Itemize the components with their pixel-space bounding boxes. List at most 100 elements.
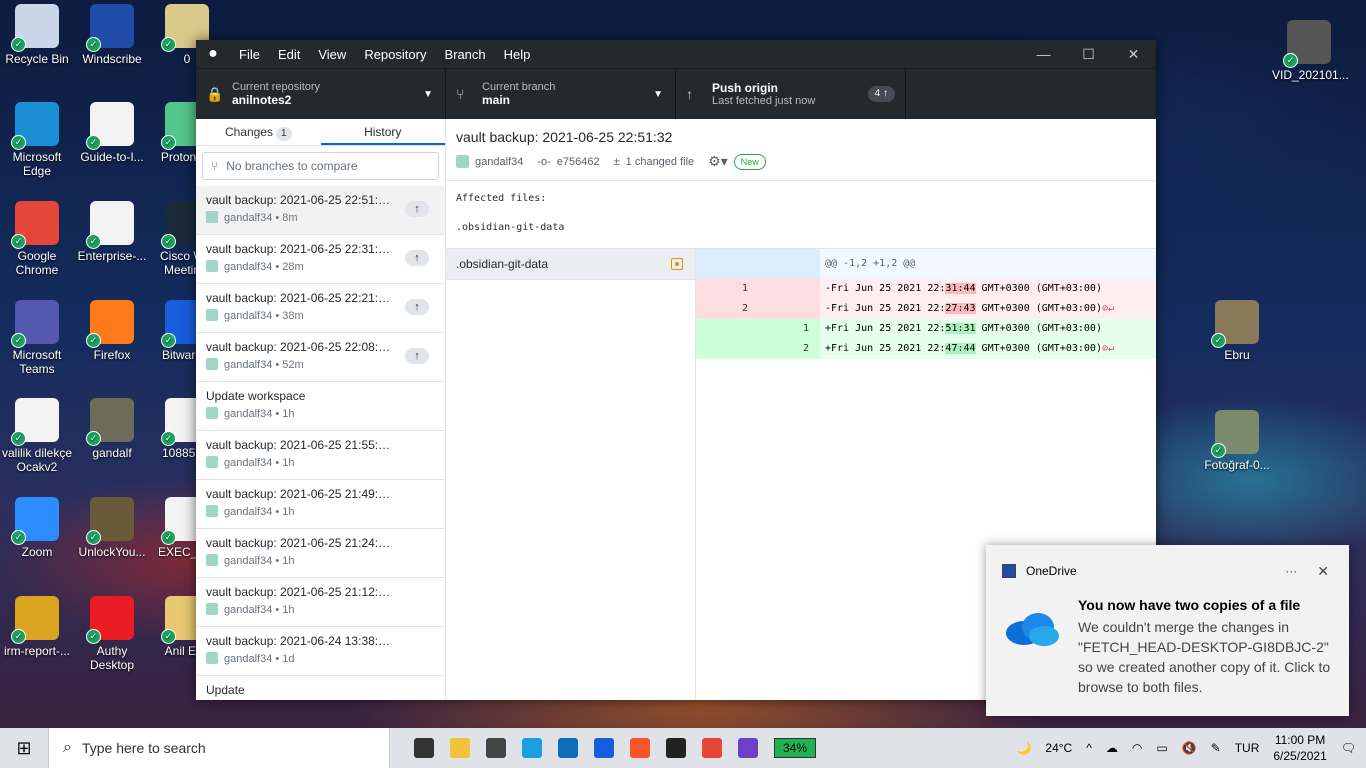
sync-check-icon: ✓ bbox=[11, 629, 26, 644]
commit-list-item[interactable]: vault backup: 2021-06-25 21:24:21 gandalf… bbox=[196, 529, 445, 578]
commit-message: vault backup: 2021-06-25 21:12:24 bbox=[206, 585, 391, 599]
diff-line-deleted[interactable]: 1 -Fri Jun 25 2021 22:31:44 GMT+0300 (GMT… bbox=[696, 279, 1156, 299]
sync-check-icon: ✓ bbox=[161, 629, 176, 644]
desktop-icon[interactable]: ✓ Ebru bbox=[1200, 300, 1274, 362]
chrome-icon[interactable] bbox=[694, 728, 730, 768]
avatar bbox=[206, 260, 218, 272]
new-badge: New bbox=[733, 153, 766, 170]
desktop-icon[interactable]: ✓ gandalf bbox=[75, 398, 149, 460]
app-icon: ✓ bbox=[11, 4, 59, 52]
language-indicator[interactable]: TUR bbox=[1235, 741, 1260, 755]
commit-list-item[interactable]: vault backup: 2021-06-25 21:12:24 gandalf… bbox=[196, 578, 445, 627]
desktop-icon[interactable]: ✓ valilik dilekçe Ocakv2 bbox=[0, 398, 74, 474]
app-icon: ✓ bbox=[1283, 20, 1331, 68]
diff-line-added[interactable]: 1 +Fri Jun 25 2021 22:51:31 GMT+0300 (GMT… bbox=[696, 319, 1156, 339]
file-explorer-icon[interactable] bbox=[442, 728, 478, 768]
outlook-icon[interactable] bbox=[550, 728, 586, 768]
desktop-icon[interactable]: ✓ Google Chrome bbox=[0, 201, 74, 277]
menu-edit[interactable]: Edit bbox=[278, 47, 300, 62]
current-repository-button[interactable]: 🔒 Current repository anilnotes2 ▼ bbox=[196, 69, 446, 119]
changed-file-item[interactable]: .obsidian-git-data bbox=[446, 249, 695, 280]
commit-list-item[interactable]: vault backup: 2021-06-25 22:21:20 gandalf… bbox=[196, 284, 445, 333]
commit-list-item[interactable]: vault backup: 2021-06-25 22:31:44 gandalf… bbox=[196, 235, 445, 284]
battery-icon[interactable]: ▭ bbox=[1156, 741, 1167, 755]
desktop-icon[interactable]: ✓ Guide-to-I... bbox=[75, 102, 149, 164]
avatar bbox=[206, 456, 218, 468]
more-options-icon[interactable]: ··· bbox=[1285, 564, 1297, 578]
desktop-icon[interactable]: ✓ Enterprise-... bbox=[75, 201, 149, 263]
desktop-icon[interactable]: ✓ UnlockYou... bbox=[75, 497, 149, 559]
sync-check-icon: ✓ bbox=[161, 37, 176, 52]
notion-icon[interactable] bbox=[658, 728, 694, 768]
close-icon[interactable]: ✕ bbox=[1111, 46, 1156, 63]
bitwarden-icon[interactable] bbox=[586, 728, 622, 768]
desktop-icon[interactable]: ✓ Recycle Bin bbox=[0, 4, 74, 66]
menu-help[interactable]: Help bbox=[504, 47, 531, 62]
desktop-icon[interactable]: ✓ VID_202101... bbox=[1272, 20, 1349, 82]
desktop-icon[interactable]: ✓ Windscribe bbox=[75, 4, 149, 66]
onedrive-icon[interactable]: ☁ bbox=[1106, 741, 1118, 755]
diff-line-added[interactable]: 2 +Fri Jun 25 2021 22:47:44 GMT+0300 (GMT… bbox=[696, 339, 1156, 359]
gear-icon[interactable]: ⚙▾ bbox=[708, 153, 728, 170]
sync-check-icon: ✓ bbox=[86, 234, 101, 249]
commit-list-item[interactable]: Update bbox=[196, 676, 445, 700]
commit-list-item[interactable]: vault backup: 2021-06-25 22:08:31 gandalf… bbox=[196, 333, 445, 382]
toolbar: 🔒 Current repository anilnotes2 ▼ ⑂ Curr… bbox=[196, 68, 1156, 119]
commit-list-item[interactable]: vault backup: 2021-06-25 21:49:10 gandalf… bbox=[196, 480, 445, 529]
brave-icon[interactable] bbox=[622, 728, 658, 768]
desktop-icon[interactable]: ✓ Zoom bbox=[0, 497, 74, 559]
search-box[interactable]: ⌕ Type here to search bbox=[48, 728, 390, 768]
github-desktop-icon[interactable] bbox=[730, 728, 766, 768]
diff-text: -Fri Jun 25 2021 22: bbox=[825, 283, 946, 294]
commit-meta: gandalf34 • 1h bbox=[224, 555, 295, 567]
push-origin-button[interactable]: ↑ Push origin Last fetched just now 4 ↑ bbox=[676, 69, 906, 119]
volume-icon[interactable]: 🔇 bbox=[1182, 741, 1197, 755]
chevron-up-icon[interactable]: ^ bbox=[1086, 741, 1092, 755]
desktop-icon[interactable]: ✓ Firefox bbox=[75, 300, 149, 362]
old-line-number: 2 bbox=[696, 299, 758, 319]
task-view-icon[interactable] bbox=[406, 728, 442, 768]
new-line-number: 1 bbox=[758, 319, 820, 339]
notifications-icon[interactable]: 🗨 bbox=[1341, 741, 1356, 755]
menu-view[interactable]: View bbox=[318, 47, 346, 62]
app-icon: ✓ bbox=[11, 201, 59, 249]
network-icon[interactable]: ◠ bbox=[1132, 741, 1142, 755]
menu-file[interactable]: File bbox=[239, 47, 260, 62]
desktop-icon[interactable]: ✓ Authy Desktop bbox=[75, 596, 149, 672]
commit-list-item[interactable]: vault backup: 2021-06-25 22:51:32 gandalf… bbox=[196, 186, 445, 235]
system-tray: 🌙 24°C ^ ☁ ◠ ▭ 🔇 ✎ TUR 11:00 PM 6/25/202… bbox=[1016, 732, 1366, 764]
windows-start-icon[interactable]: ⊞ bbox=[0, 738, 48, 759]
commit-list-item[interactable]: Update workspace gandalf34 • 1h bbox=[196, 382, 445, 431]
app-icon: ✓ bbox=[11, 398, 59, 446]
desktop-icon[interactable]: ✓ Fotoğraf-0... bbox=[1200, 410, 1274, 472]
close-icon[interactable]: ✕ bbox=[1317, 563, 1329, 580]
maximize-icon[interactable]: ☐ bbox=[1066, 46, 1111, 63]
diff-line-deleted[interactable]: 2 -Fri Jun 25 2021 22:27:43 GMT+0300 (GMT… bbox=[696, 299, 1156, 319]
old-line-number bbox=[696, 319, 758, 339]
menu-branch[interactable]: Branch bbox=[444, 47, 485, 62]
weather-temp[interactable]: 24°C bbox=[1045, 741, 1072, 755]
commit-list-item[interactable]: vault backup: 2021-06-25 21:55:13 gandalf… bbox=[196, 431, 445, 480]
clock[interactable]: 11:00 PM 6/25/2021 bbox=[1273, 732, 1326, 764]
desktop-icon[interactable]: ✓ Microsoft Edge bbox=[0, 102, 74, 178]
minimize-icon[interactable]: — bbox=[1021, 46, 1066, 63]
old-line-number bbox=[696, 339, 758, 359]
diff-text: +Fri Jun 25 2021 22: bbox=[825, 323, 946, 334]
commit-message: vault backup: 2021-06-25 22:08:31 bbox=[206, 340, 391, 354]
store-icon[interactable] bbox=[478, 728, 514, 768]
l-app-icon[interactable] bbox=[514, 728, 550, 768]
desktop-icon-label: Microsoft Edge bbox=[12, 150, 62, 178]
desktop-icon[interactable]: ✓ irm-report-... bbox=[0, 596, 74, 658]
battery-indicator[interactable]: 34% bbox=[774, 738, 817, 758]
branch-compare-input[interactable]: ⑂ No branches to compare bbox=[202, 152, 439, 180]
current-branch-button[interactable]: ⑂ Current branch main ▼ bbox=[446, 69, 676, 119]
menu-repository[interactable]: Repository bbox=[364, 47, 426, 62]
pen-icon[interactable]: ✎ bbox=[1211, 741, 1221, 755]
desktop-icon[interactable]: ✓ Microsoft Teams bbox=[0, 300, 74, 376]
tab-changes[interactable]: Changes 1 bbox=[196, 119, 321, 145]
tab-history[interactable]: History bbox=[320, 119, 445, 145]
onedrive-notification[interactable]: OneDrive ··· ✕ You now have two copies o… bbox=[986, 545, 1349, 716]
app-icon: ✓ bbox=[86, 4, 134, 52]
commit-list-item[interactable]: vault backup: 2021-06-24 13:38:48 gandalf… bbox=[196, 627, 445, 676]
diff-view: @@ -1,2 +1,2 @@ 1 -Fri Jun 25 2021 22:31:… bbox=[696, 249, 1156, 359]
